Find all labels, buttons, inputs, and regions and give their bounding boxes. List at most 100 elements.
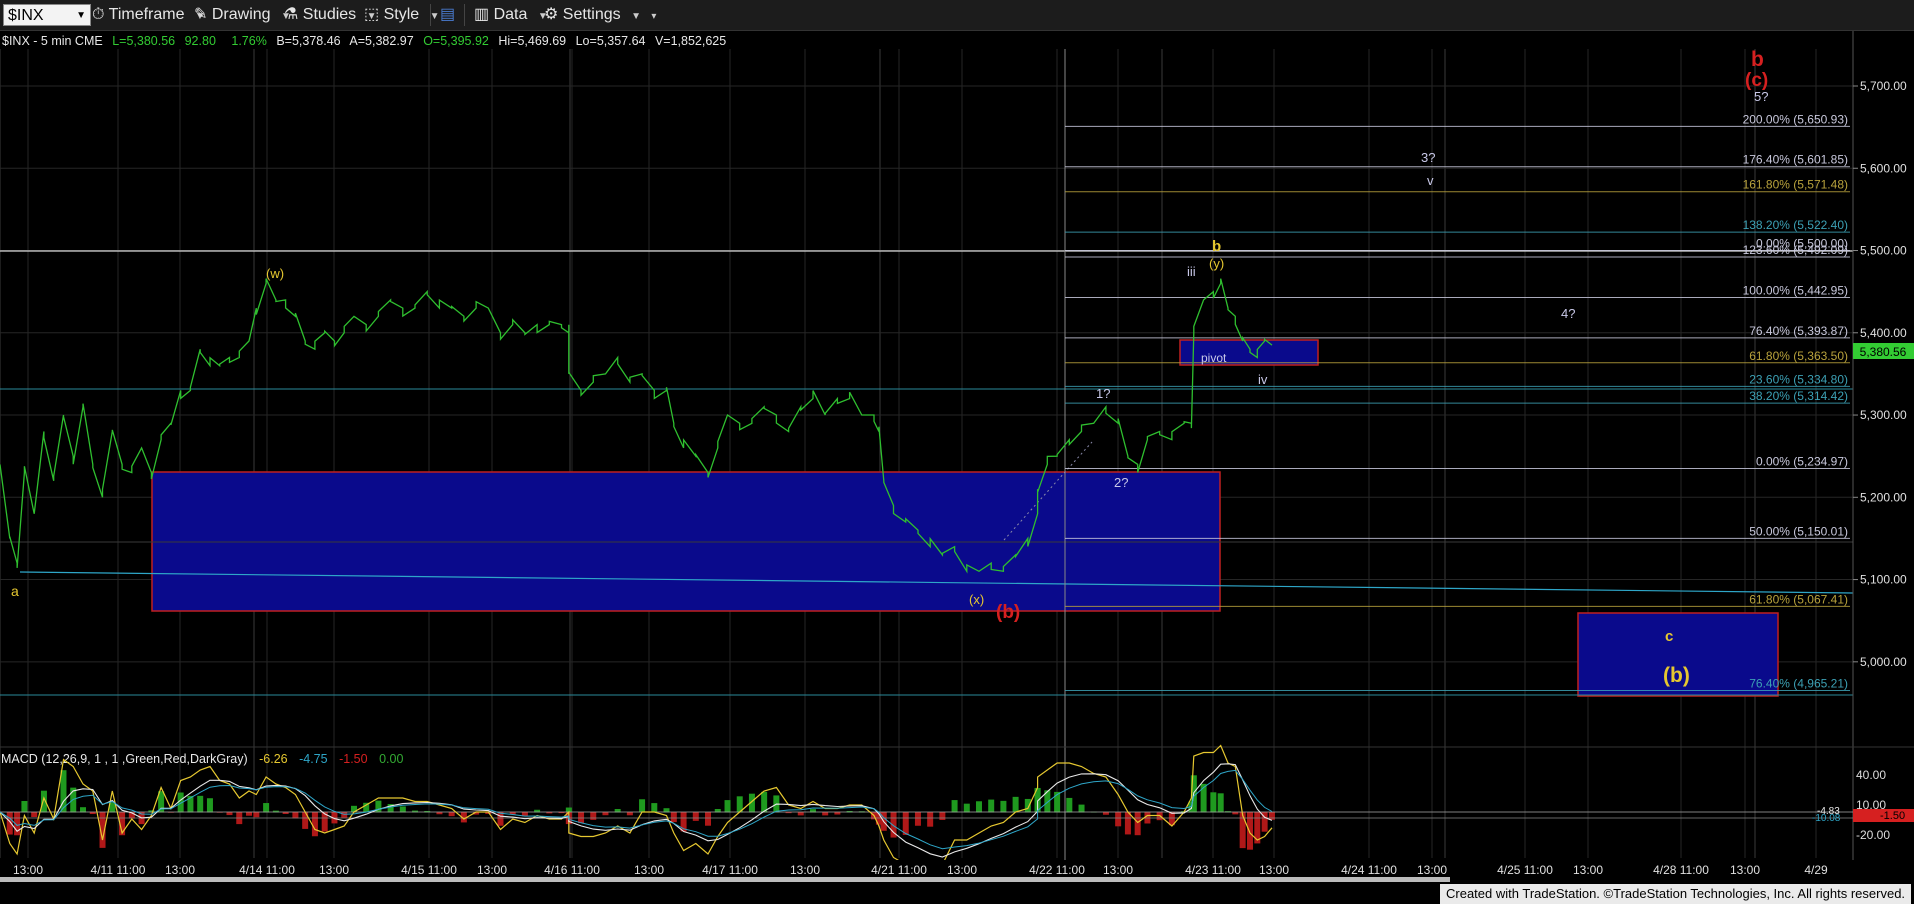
macd-histogram-bar [1066, 797, 1073, 813]
time-tick-label: 13:00 [477, 863, 507, 877]
data-menu[interactable]: ▥ Data ▼ [474, 5, 548, 25]
macd-histogram-bar [602, 812, 609, 816]
macd-histogram-bar [578, 812, 585, 824]
wave-label-4: 4? [1561, 306, 1575, 321]
wave-label-a: a [11, 583, 19, 599]
macd-histogram-bar [21, 800, 28, 813]
price-tick-label: 5,100.00 [1860, 573, 1907, 587]
wave-label-b-red: (b) [996, 602, 1020, 623]
chevron-down-icon: ▼ [429, 11, 440, 22]
time-tick-label: 4/15 11:00 [401, 863, 457, 877]
macd-histogram-bar [6, 812, 13, 835]
fib-level-label: 76.40% (5,393.87) [1749, 324, 1848, 338]
symbol-input[interactable]: $INX ▼ [3, 4, 91, 26]
macd-histogram-bar [1024, 798, 1031, 813]
macd-histogram-bar [1115, 812, 1122, 827]
macd-histogram-bar [590, 812, 597, 820]
wave-label-w: (w) [266, 266, 284, 281]
horizontal-scrollbar[interactable] [0, 877, 1450, 882]
macd-histogram-bar [914, 812, 921, 826]
drawing-label: Drawing [211, 6, 271, 23]
macd-histogram-bar [253, 812, 260, 818]
header-change: 92.80 [185, 34, 216, 48]
fib-level-label: 61.80% (5,363.50) [1749, 349, 1848, 363]
divider [430, 4, 431, 26]
macd-histogram-bar [1239, 812, 1246, 849]
time-tick-label: 13:00 [947, 863, 977, 877]
macd-title: MACD (12,26,9, 1 , 1 ,Green,Red,DarkGray… [1, 752, 248, 766]
layout-button[interactable]: ▤ [440, 5, 455, 25]
macd-histogram-bar [197, 795, 204, 813]
wave-label-b-target: (b) [1663, 664, 1690, 687]
chart-area[interactable]: 200.00% (5,650.93) 176.40% (5,601.85) 161.… [0, 31, 1914, 904]
drawing-menu[interactable]: ✎ Drawing ▼ [194, 5, 291, 25]
macd-histogram-bar [497, 812, 504, 826]
time-tick-label: 4/11 11:00 [91, 863, 146, 877]
wave-label-c-top: (c) [1745, 70, 1768, 91]
macd-histogram-bar [651, 803, 658, 813]
flask-icon: ⚗ [284, 6, 299, 23]
macd-histogram-bar [626, 812, 633, 816]
macd-histogram-bar [341, 812, 348, 818]
wave-label-1: 1? [1096, 386, 1110, 401]
fib-level-label: 38.20% (5,314.42) [1749, 389, 1848, 403]
header-title: $INX - 5 min CME [2, 34, 103, 48]
style-label: Style [383, 6, 420, 23]
macd-histogram-bar [1134, 812, 1141, 836]
clock-icon: ⏱ [92, 6, 105, 23]
studies-menu[interactable]: ⚗ Studies ▼ [284, 5, 377, 25]
time-tick-label: 13:00 [165, 863, 195, 877]
macd-axis-neg20: -20.00 [1856, 828, 1890, 842]
time-tick-label: 4/24 11:00 [1341, 863, 1397, 877]
header-ask: A=5,382.97 [349, 34, 413, 48]
time-tick-label: 4/25 11:00 [1497, 863, 1553, 877]
wave-label-iii: iii [1187, 264, 1196, 279]
macd-histogram-bar [1124, 812, 1131, 835]
pencil-icon: ✎ [194, 6, 208, 23]
price-tick-label: 5,400.00 [1860, 326, 1907, 340]
macd-histogram-bar [988, 799, 995, 813]
fib-level-label: 161.80% (5,571.48) [1743, 178, 1848, 192]
timeframe-menu[interactable]: ⏱ Timeframe ▼ [92, 5, 205, 25]
macd-histogram-bar [797, 812, 804, 816]
gear-icon: ⚙ [544, 6, 559, 23]
header-pct: 1.76% [231, 34, 266, 48]
wave-label-x: (x) [969, 592, 984, 607]
time-tick-label: 4/28 11:00 [1653, 863, 1709, 877]
macd-histogram-bar [292, 812, 299, 819]
price-tick-label: 5,300.00 [1860, 408, 1907, 422]
header-low: Lo=5,357.64 [576, 34, 646, 48]
price-tick-label: 5,000.00 [1860, 655, 1907, 669]
time-tick-label: 4/23 11:00 [1185, 863, 1241, 877]
divider [464, 4, 465, 26]
fib-level-label: 123.60% (5,492.09) [1743, 243, 1848, 257]
price-tick-label: 5,600.00 [1860, 161, 1907, 175]
macd-value-4: 0.00 [379, 752, 403, 766]
settings-menu[interactable]: ⚙ Settings ▼ ▾ [544, 5, 656, 25]
macd-histogram-bar [1012, 796, 1019, 813]
macd-histogram-bar [975, 801, 982, 813]
fib-level-label: 76.40% (4,965.21) [1749, 676, 1848, 690]
chevron-down-icon[interactable]: ▼ [76, 5, 86, 27]
style-menu[interactable]: ⬚ Style ▼ [364, 5, 440, 25]
macd-histogram-bar [1210, 792, 1217, 813]
time-tick-label: 4/16 11:00 [544, 863, 600, 877]
wave-label-2: 2? [1114, 475, 1128, 490]
fib-level-label: 50.00% (5,150.01) [1749, 524, 1848, 538]
wave-label-y: (y) [1209, 256, 1224, 271]
fib-level-label: 23.60% (5,334.80) [1749, 372, 1848, 386]
macd-value-3: -1.50 [339, 752, 368, 766]
settings-label: Settings [562, 6, 621, 23]
macd-histogram-bar [704, 812, 711, 826]
macd-histogram-bar [670, 812, 677, 823]
wave-label-b-top: b [1751, 48, 1764, 71]
macd-axis-40: 40.00 [1856, 768, 1886, 782]
price-tick-label: 5,200.00 [1860, 490, 1907, 504]
last-price-text: 5,380.56 [1860, 345, 1907, 359]
time-tick-label: 4/14 11:00 [239, 863, 295, 877]
macd-histogram-bar [951, 800, 958, 813]
header-last: L=5,380.56 [112, 34, 175, 48]
macd-value-2: -4.75 [299, 752, 328, 766]
macd-histogram-bar [1000, 800, 1007, 813]
macd-histogram-bar [263, 803, 270, 813]
